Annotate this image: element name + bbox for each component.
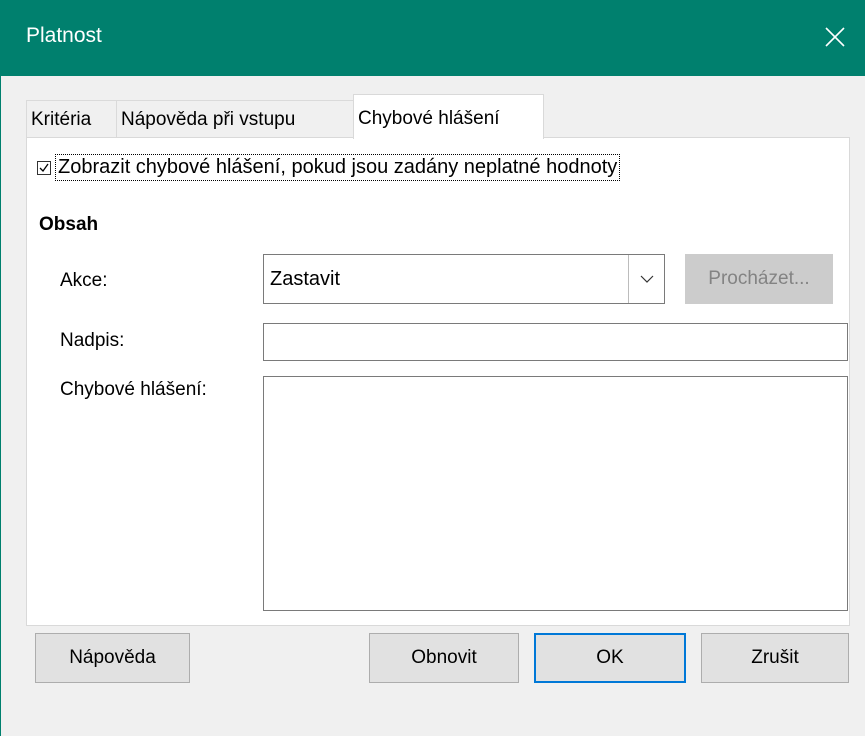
select-divider bbox=[628, 255, 629, 303]
action-select-value: Zastavit bbox=[270, 268, 341, 290]
title-input[interactable] bbox=[263, 323, 848, 361]
chevron-down-icon bbox=[640, 275, 654, 283]
title-label: Nadpis: bbox=[60, 330, 125, 351]
reset-button[interactable]: Obnovit bbox=[369, 633, 519, 683]
window-title: Platnost bbox=[26, 24, 102, 47]
show-error-checkbox[interactable] bbox=[37, 160, 51, 175]
close-button[interactable] bbox=[805, 0, 865, 76]
action-select[interactable]: Zastavit bbox=[263, 254, 665, 304]
tab-input-help[interactable]: Nápověda při vstupu bbox=[116, 100, 354, 138]
tab-error-alert[interactable]: Chybové hlášení bbox=[353, 94, 544, 139]
action-label: Akce: bbox=[60, 270, 108, 291]
content-heading: Obsah bbox=[39, 214, 99, 235]
ok-button[interactable]: OK bbox=[534, 633, 686, 683]
close-icon bbox=[825, 27, 845, 47]
title-bar: Platnost bbox=[0, 0, 865, 76]
tab-criteria[interactable]: Kritéria bbox=[26, 100, 117, 138]
cancel-button[interactable]: Zrušit bbox=[701, 633, 849, 683]
window-border bbox=[0, 76, 1, 736]
checkmark-icon bbox=[39, 163, 49, 172]
help-button[interactable]: Nápověda bbox=[35, 633, 190, 683]
error-message-textarea[interactable] bbox=[263, 376, 848, 611]
tab-panel: Zobrazit chybové hlášení, pokud jsou zad… bbox=[26, 137, 850, 626]
error-message-label: Chybové hlášení: bbox=[60, 379, 207, 400]
browse-button[interactable]: Procházet... bbox=[685, 254, 833, 304]
show-error-checkbox-row[interactable]: Zobrazit chybové hlášení, pokud jsou zad… bbox=[37, 154, 621, 181]
show-error-label[interactable]: Zobrazit chybové hlášení, pokud jsou zad… bbox=[55, 154, 621, 181]
